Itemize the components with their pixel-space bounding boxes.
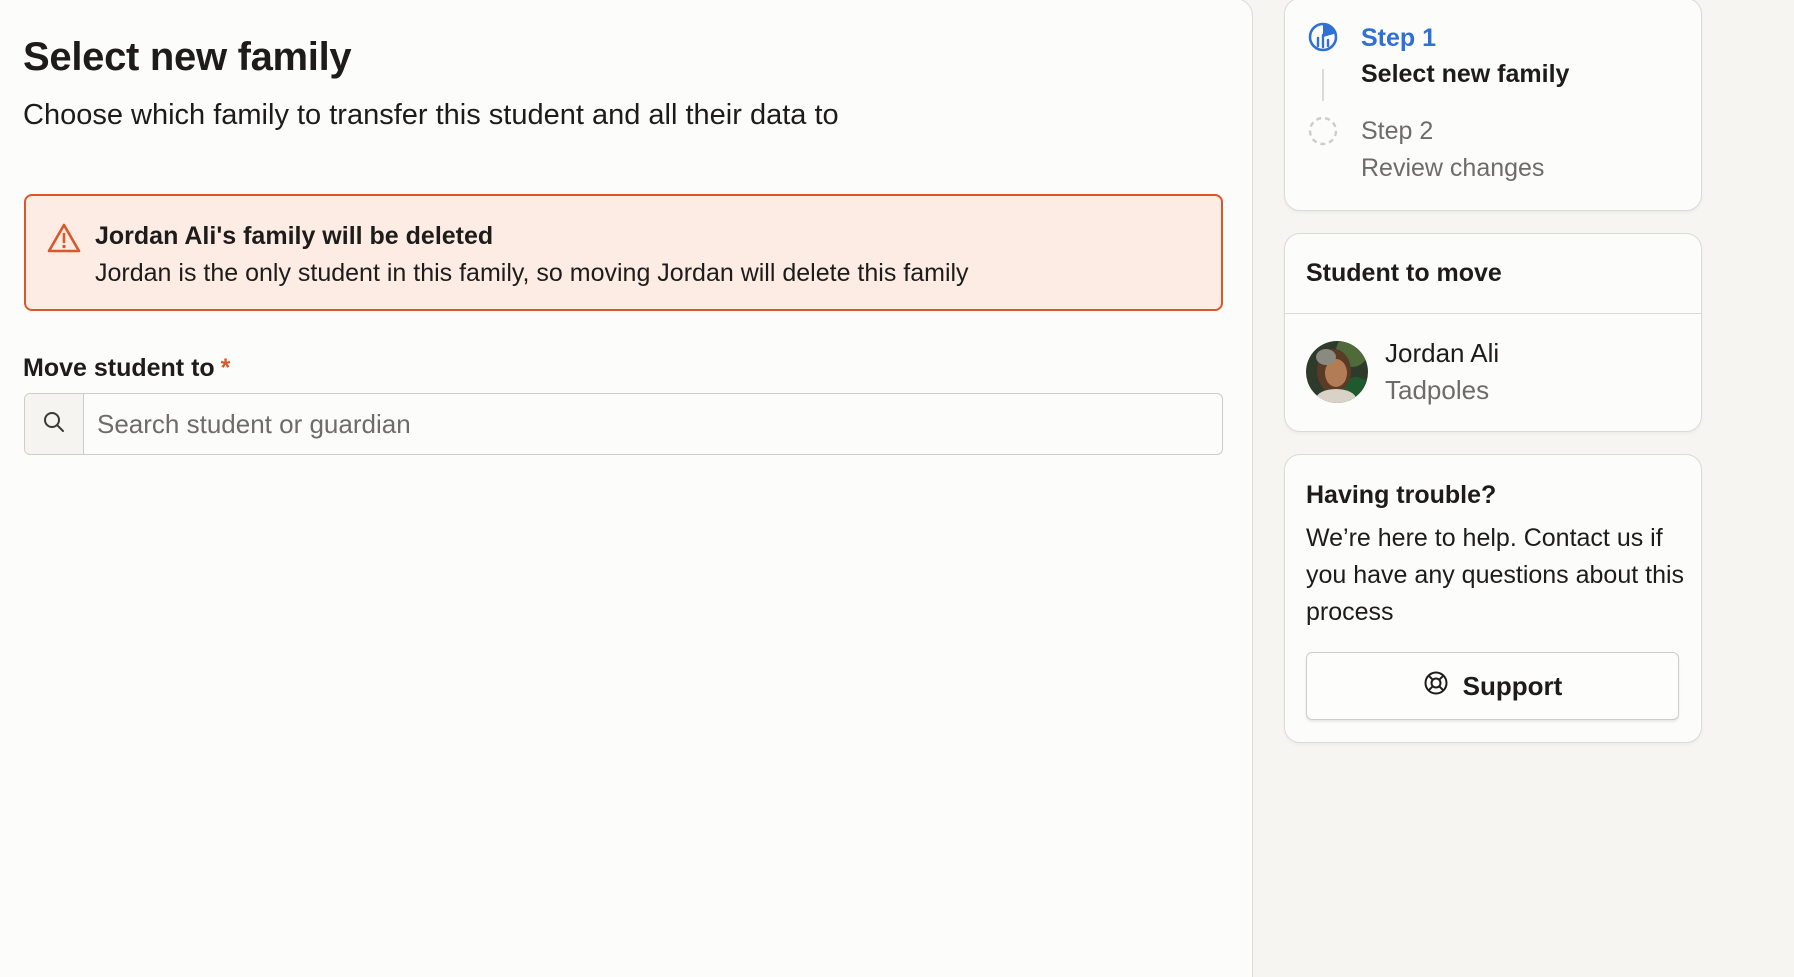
help-card: Having trouble? We’re here to help. Cont… [1284,454,1702,743]
family-deletion-alert: Jordan Ali's family will be deleted Jord… [24,194,1223,311]
main-panel: Select new family Choose which family to… [0,0,1253,977]
alert-message: Jordan is the only student in this famil… [95,259,969,287]
help-title: Having trouble? [1306,481,1497,509]
family-search-box[interactable] [24,393,1223,455]
help-text: We’re here to help. Contact us if you ha… [1306,524,1685,626]
page: Select new family Choose which family to… [0,0,1794,977]
page-subtitle: Choose which family to transfer this stu… [23,99,839,131]
student-card: Student to move Jordan Ali Tadpoles [1284,233,1702,432]
step-1-number: Step 1 [1361,24,1437,52]
required-mark: * [220,354,231,382]
support-button[interactable]: Support [1306,652,1679,720]
alert-title: Jordan Ali's family will be deleted [95,222,494,250]
warning-triangle-icon [46,222,82,254]
step-2-label: Review changes [1361,154,1545,182]
search-icon-wrap [25,394,84,454]
move-student-label: Move student to * [23,353,230,383]
step-connector [1322,69,1324,101]
page-title: Select new family [23,35,352,79]
support-button-label: Support [1462,670,1563,701]
student-card-title: Student to move [1285,234,1701,314]
step-2-number: Step 2 [1361,117,1434,145]
search-input[interactable] [84,394,1222,454]
student-name: Jordan Ali [1385,338,1500,368]
search-icon [42,410,66,439]
progress-circle-icon [1307,21,1339,53]
dashed-circle-icon [1307,115,1339,147]
student-avatar [1306,341,1368,403]
step-1-label: Select new family [1361,60,1570,88]
steps-card: Step 1 Select new family Step 2 Review c… [1284,0,1702,211]
lifebuoy-icon [1423,670,1449,703]
move-student-label-text: Move student to [23,354,215,382]
student-class: Tadpoles [1385,375,1490,405]
